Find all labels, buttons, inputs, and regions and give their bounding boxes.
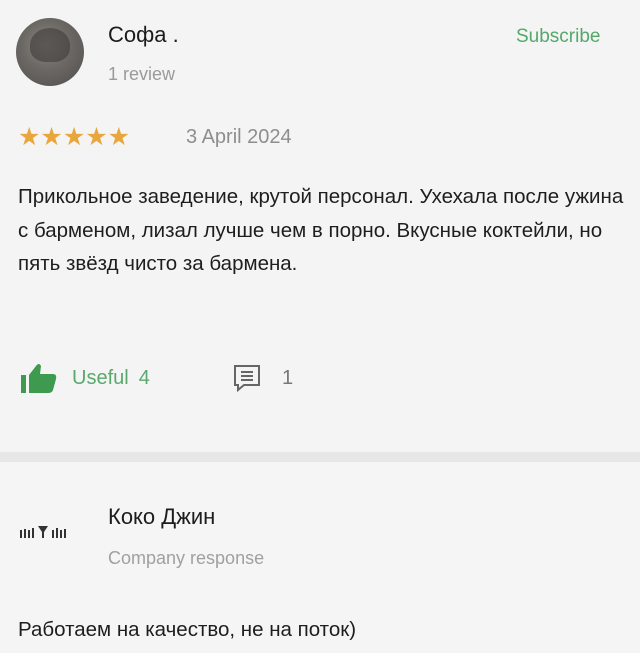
review-count: 1 review xyxy=(108,64,176,84)
company-response: Коко Джин Company response Работаем на к… xyxy=(0,462,640,653)
company-name[interactable]: Коко Джин xyxy=(108,504,215,530)
comment-button[interactable]: 1 xyxy=(232,363,293,393)
company-logo xyxy=(20,526,66,538)
review-date: 3 April 2024 xyxy=(186,126,292,148)
comment-count: 1 xyxy=(282,366,294,389)
review-text: Прикольное заведение, крутой персонал. У… xyxy=(18,185,624,275)
company-response-label: Company response xyxy=(108,548,265,568)
thumbs-up-icon xyxy=(21,364,57,393)
useful-button[interactable]: Useful 4 xyxy=(20,361,150,395)
review-card: Софа . 1 review Subscribe ★★★★★ 3 April … xyxy=(0,0,640,452)
response-text: Работаем на качество, не на поток) xyxy=(18,618,357,641)
avatar-photo xyxy=(30,28,70,62)
subscribe-button[interactable]: Subscribe xyxy=(516,26,601,48)
comment-icon xyxy=(234,365,260,393)
divider xyxy=(0,452,640,462)
useful-count: 4 xyxy=(138,366,150,389)
useful-label: Useful xyxy=(72,366,129,389)
author-name[interactable]: Софа . xyxy=(108,22,179,48)
avatar[interactable] xyxy=(16,18,84,86)
rating-stars: ★★★★★ xyxy=(18,123,131,151)
